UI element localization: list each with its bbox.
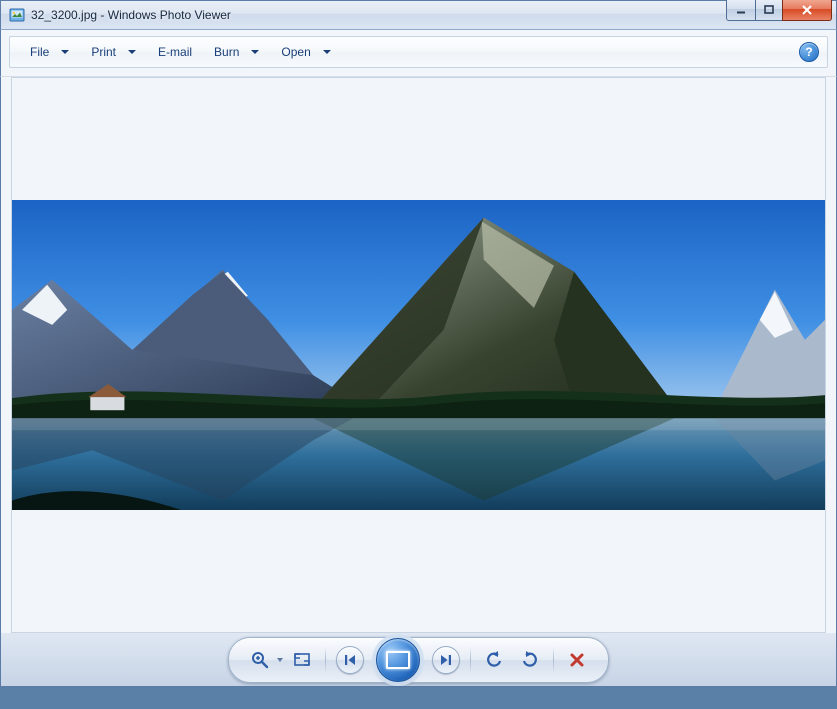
menu-burn-label: Burn [214, 45, 239, 59]
window-title-separator: - [97, 8, 108, 22]
chevron-down-icon [61, 50, 69, 54]
chevron-down-icon [277, 658, 283, 662]
displayed-photo [12, 200, 825, 510]
help-icon: ? [805, 45, 812, 59]
fit-to-window-button[interactable] [289, 647, 315, 673]
menu-file[interactable]: File [18, 41, 79, 63]
menu-email[interactable]: E-mail [146, 41, 202, 63]
window-title: 32_3200.jpg - Windows Photo Viewer [31, 8, 231, 22]
window-title-appname: Windows Photo Viewer [108, 8, 231, 22]
footer [0, 633, 837, 687]
separator [553, 647, 554, 673]
slideshow-button[interactable] [376, 638, 420, 682]
rotate-cw-icon [520, 650, 540, 670]
chevron-down-icon [323, 50, 331, 54]
player-controls [228, 637, 609, 683]
fit-window-icon [292, 650, 312, 670]
app-icon [9, 7, 25, 23]
previous-icon [343, 653, 357, 667]
command-bar-area: File Print E-mail Burn Open ? [0, 30, 837, 77]
menu-open-label: Open [281, 45, 310, 59]
help-button[interactable]: ? [799, 42, 819, 62]
minimize-button[interactable] [726, 0, 756, 21]
window-controls [727, 0, 832, 21]
chevron-down-icon [251, 50, 259, 54]
next-icon [439, 653, 453, 667]
delete-icon [568, 651, 586, 669]
separator [325, 647, 326, 673]
rotate-ccw-icon [484, 650, 504, 670]
chevron-down-icon [128, 50, 136, 54]
window-titlebar: 32_3200.jpg - Windows Photo Viewer [0, 0, 837, 30]
rotate-cw-button[interactable] [517, 647, 543, 673]
next-button[interactable] [432, 646, 460, 674]
magnifier-icon [250, 650, 270, 670]
close-button[interactable] [782, 0, 832, 21]
menu-print-label: Print [91, 45, 116, 59]
menu-file-label: File [30, 45, 49, 59]
image-canvas[interactable] [11, 77, 826, 633]
rotate-ccw-button[interactable] [481, 647, 507, 673]
zoom-button[interactable] [247, 647, 273, 673]
command-bar: File Print E-mail Burn Open ? [9, 36, 828, 68]
maximize-button[interactable] [755, 0, 783, 21]
slideshow-icon [386, 651, 410, 669]
previous-button[interactable] [336, 646, 364, 674]
image-viewer-area [0, 77, 837, 633]
menu-email-label: E-mail [158, 45, 192, 59]
delete-button[interactable] [564, 647, 590, 673]
menu-burn[interactable]: Burn [202, 41, 269, 63]
menu-open[interactable]: Open [269, 41, 340, 63]
window-title-filename: 32_3200.jpg [31, 8, 97, 22]
separator [470, 647, 471, 673]
menu-print[interactable]: Print [79, 41, 146, 63]
